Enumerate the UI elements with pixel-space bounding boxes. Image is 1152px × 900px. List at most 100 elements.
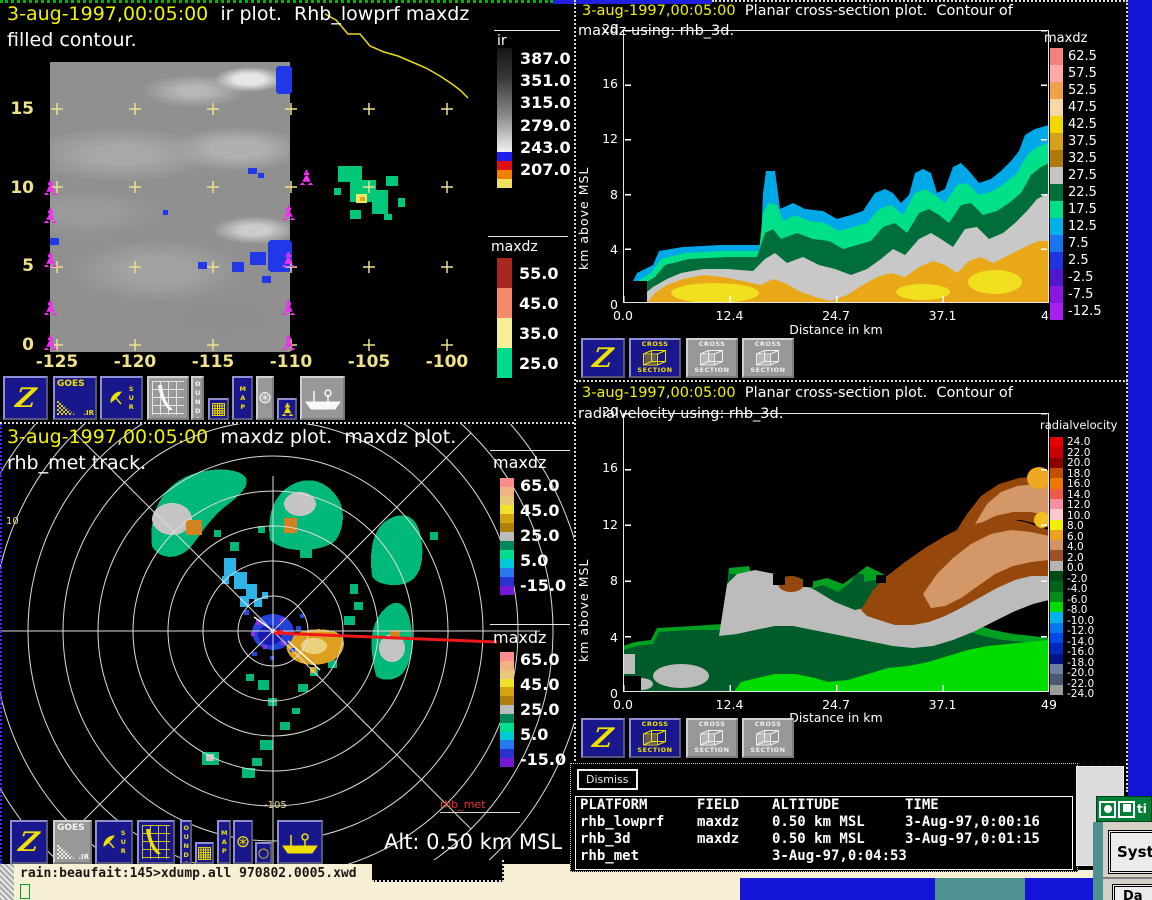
column-header: ALTITUDE bbox=[772, 797, 905, 814]
x-tick-label: 37.1 bbox=[927, 308, 959, 323]
goes-ir-icon: GOES .IR bbox=[55, 378, 95, 418]
survey-grid-button[interactable] bbox=[147, 376, 189, 420]
colorbar-tick-label: 279.0 bbox=[520, 116, 571, 135]
zebra-logo-button[interactable]: Z bbox=[10, 820, 48, 864]
zebra-logo-button[interactable]: Z bbox=[581, 718, 625, 758]
ship-button[interactable] bbox=[277, 820, 323, 864]
bounds-button[interactable]: BOUNDS bbox=[191, 376, 204, 420]
circle-button[interactable]: ○ bbox=[255, 842, 272, 864]
goes-ir-button[interactable]: GOES .IR bbox=[53, 376, 97, 420]
colorbar-segment bbox=[500, 577, 514, 586]
colorbar-segment bbox=[1050, 592, 1063, 602]
colorbar-segment bbox=[1050, 685, 1063, 695]
map-button[interactable]: MAP bbox=[217, 820, 231, 864]
gear-button[interactable]: ⊛ bbox=[233, 820, 253, 864]
ir-colorbar-ticks: 387.0351.0315.0279.0243.0207.0 bbox=[520, 49, 571, 179]
colorbar-segment bbox=[1050, 458, 1063, 468]
panel-maxdz-cross-section[interactable]: 3-aug-1997,00:05:00 Planar cross-section… bbox=[576, 0, 1128, 380]
panel-radialvelocity-cross-section[interactable]: 3-aug-1997,00:05:00 Planar cross-section… bbox=[576, 382, 1128, 762]
colorbar-segment bbox=[497, 288, 512, 318]
window-border-right bbox=[1126, 0, 1128, 792]
goes-label: GOES bbox=[57, 379, 85, 389]
titlebar-iconify-button[interactable] bbox=[1099, 801, 1116, 818]
timestamp: 3-aug-1997,00:05:00 bbox=[582, 385, 736, 401]
goes-ir-button[interactable]: GOES .IR bbox=[53, 820, 92, 864]
cross-section-button[interactable]: CROSS SECTION bbox=[742, 338, 794, 378]
ring-distance-label: -105 bbox=[264, 800, 287, 811]
grid-small-button[interactable]: ▦ bbox=[208, 398, 229, 420]
y-axis-title: km above MSL bbox=[576, 502, 591, 662]
colorbar-tick-label: -8.0 bbox=[1067, 605, 1094, 616]
time-window-titlebar[interactable]: ti bbox=[1096, 796, 1152, 822]
title-text: Planar cross-section plot. Contour of bbox=[736, 385, 1013, 401]
ir-gray-ramp bbox=[497, 48, 512, 152]
cross-section-button[interactable]: CROSS SECTION bbox=[686, 338, 738, 378]
x-tick-label: -125 bbox=[27, 352, 87, 372]
cross-section-button-active[interactable]: CROSS SECTION bbox=[629, 718, 681, 758]
colorbar-segment bbox=[1050, 520, 1063, 530]
colorbar-segment bbox=[1050, 612, 1063, 622]
colorbar-segment bbox=[500, 505, 514, 514]
colorbar-tick-label: 207.0 bbox=[520, 160, 571, 179]
colorbar-divider bbox=[494, 30, 560, 31]
y-tick-marks bbox=[1041, 413, 1047, 692]
timestamp: 3-aug-1997,00:05:00 bbox=[582, 3, 736, 19]
colorbar-segment bbox=[1050, 571, 1063, 581]
sur-label: SUR bbox=[120, 829, 127, 856]
zebra-logo-icon: Z bbox=[591, 725, 615, 752]
table-cell bbox=[905, 848, 1072, 865]
circle-icon: ○ bbox=[258, 846, 269, 861]
dismiss-button[interactable]: Dismiss bbox=[577, 769, 638, 790]
zebra-logo-button[interactable]: Z bbox=[3, 376, 48, 420]
y-axis-labels: 151050 bbox=[6, 99, 34, 355]
plot-title-line2: filled contour. bbox=[7, 29, 137, 51]
terminal-scrollbar[interactable] bbox=[0, 864, 14, 900]
survey-grid-button[interactable] bbox=[137, 820, 175, 864]
grid-icon: ▦ bbox=[196, 845, 212, 862]
system-window-inner: Syste bbox=[1108, 830, 1152, 874]
system-window[interactable]: Syste bbox=[1103, 822, 1152, 877]
colorbar-segment bbox=[500, 696, 514, 705]
gear-button[interactable]: ⊛ bbox=[256, 376, 274, 420]
table-cell: 0.50 km MSL bbox=[772, 814, 905, 831]
colorbar-segment bbox=[497, 152, 512, 161]
surveillance-radar-button[interactable]: SUR bbox=[100, 376, 143, 420]
cube-icon bbox=[642, 349, 668, 367]
colorbar-segment bbox=[1050, 654, 1063, 664]
grid-icon: ▦ bbox=[210, 401, 226, 418]
field-info-window[interactable]: Dismiss PLATFORM FIELD ALTITUDE TIME rhb… bbox=[570, 763, 1078, 872]
zebra-workstation-screen: 3-aug-1997,00:05:00 ir plot. Rhb_lowprf … bbox=[0, 0, 1152, 900]
cross-label: CROSS bbox=[755, 341, 782, 349]
colorbar-segment bbox=[1050, 602, 1063, 612]
zebra-logo-button[interactable]: Z bbox=[581, 338, 625, 378]
buoy-button[interactable] bbox=[277, 398, 297, 420]
titlebar-menu-button[interactable] bbox=[1118, 801, 1135, 818]
maxdz-colorbar bbox=[497, 258, 512, 378]
y-tick-label: 20 bbox=[602, 404, 618, 419]
cross-section-button[interactable]: CROSS SECTION bbox=[742, 718, 794, 758]
colorbar-segment bbox=[1050, 623, 1063, 633]
colorbar-tick-label: 20.0 bbox=[1067, 458, 1094, 469]
panel-maxdz-ppi-plot[interactable]: 3-aug-1997,00:05:00 maxdz plot. maxdz pl… bbox=[0, 424, 574, 864]
colorbar-tick-label: 387.0 bbox=[520, 49, 571, 68]
surveillance-radar-button[interactable]: SUR bbox=[95, 820, 133, 864]
table-row: rhb_met3-Aug-97,0:04:53 bbox=[576, 848, 1072, 865]
colorbar-segment bbox=[1050, 633, 1063, 643]
plot-title-line2: rhb_met track. bbox=[7, 452, 146, 474]
map-button[interactable]: MAP bbox=[232, 376, 253, 420]
colorbar-segment bbox=[500, 541, 514, 550]
radar-ppi-display[interactable] bbox=[0, 424, 574, 864]
colorbar-ticks: 62.557.552.547.542.537.532.527.522.517.5… bbox=[1068, 48, 1102, 320]
colorbar-tick-label: 55.0 bbox=[519, 258, 558, 288]
panel-ir-satellite-plot[interactable]: 3-aug-1997,00:05:00 ir plot. Rhb_lowprf … bbox=[0, 0, 574, 422]
ship-icon bbox=[281, 829, 319, 855]
colorbar-tick-label: -12.0 bbox=[1067, 626, 1094, 637]
cross-section-button-active[interactable]: CROSS SECTION bbox=[629, 338, 681, 378]
grid-small-button[interactable]: ▦ bbox=[195, 842, 214, 864]
data-window[interactable]: Da bbox=[1103, 877, 1152, 900]
ship-button[interactable] bbox=[300, 376, 345, 420]
bounds-button[interactable]: BOUNDS bbox=[180, 820, 192, 864]
cross-section-button[interactable]: CROSS SECTION bbox=[686, 718, 738, 758]
gear-icon: ⊛ bbox=[258, 390, 272, 407]
x-tick-label: -100 bbox=[417, 352, 477, 372]
